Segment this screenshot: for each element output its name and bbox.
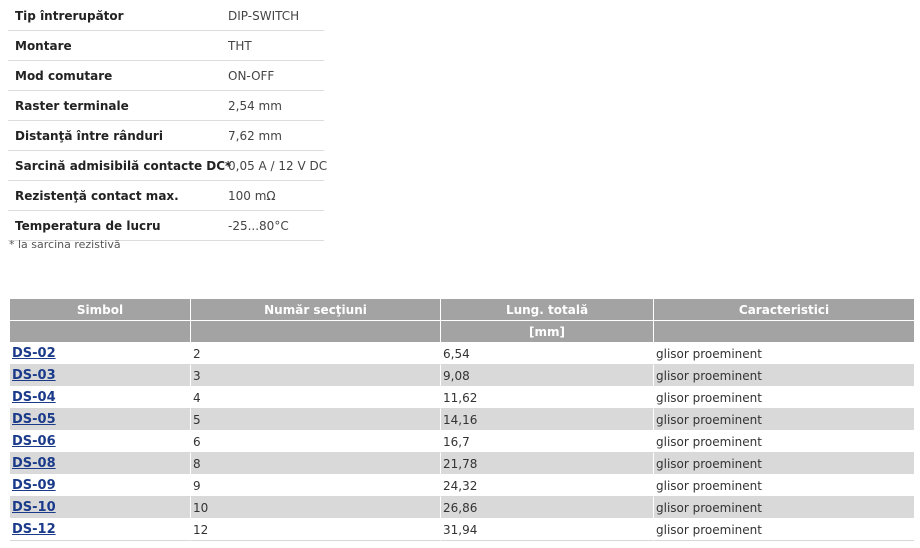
cell-length: 9,08: [441, 365, 654, 387]
cell-length: 24,32: [441, 475, 654, 497]
cell-symbol: DS-06: [10, 431, 191, 453]
spec-value: 7,62 mm: [221, 120, 324, 151]
spec-label: Rezistenţă contact max.: [8, 180, 221, 211]
cell-feature: glisor proeminent: [654, 519, 914, 541]
product-link[interactable]: DS-03: [12, 368, 56, 383]
table-row: DS-03 3 9,08 glisor proeminent: [10, 365, 914, 387]
cell-sections: 4: [191, 387, 441, 409]
spec-row: Montare THT: [8, 30, 324, 61]
spec-value: 100 mΩ: [221, 180, 324, 211]
spec-row: Sarcină admisibilă contacte DC* 0,05 A /…: [8, 150, 327, 181]
cell-feature: glisor proeminent: [654, 365, 914, 387]
table-row: DS-06 6 16,7 glisor proeminent: [10, 431, 914, 453]
product-link[interactable]: DS-02: [12, 346, 56, 361]
cell-length: 31,94: [441, 519, 654, 541]
spec-value: -25...80°C: [221, 210, 324, 241]
spec-label: Mod comutare: [8, 60, 221, 91]
spec-row: Mod comutare ON-OFF: [8, 60, 324, 91]
table-row: DS-05 5 14,16 glisor proeminent: [10, 409, 914, 431]
table-row: DS-08 8 21,78 glisor proeminent: [10, 453, 914, 475]
spec-label: Distanţă între rânduri: [8, 120, 221, 151]
subheader-sections: [191, 321, 441, 343]
subheader-length-unit: [mm]: [441, 321, 654, 343]
table-row: DS-12 12 31,94 glisor proeminent: [10, 519, 914, 541]
cell-sections: 9: [191, 475, 441, 497]
spec-value: 2,54 mm: [221, 90, 324, 121]
spec-value: DIP-SWITCH: [221, 1, 324, 31]
cell-length: 11,62: [441, 387, 654, 409]
column-header-features: Caracteristici: [654, 299, 914, 321]
cell-symbol: DS-09: [10, 475, 191, 497]
cell-feature: glisor proeminent: [654, 497, 914, 519]
cell-symbol: DS-10: [10, 497, 191, 519]
table-subheader-row: [mm]: [10, 321, 914, 343]
table-row: DS-04 4 11,62 glisor proeminent: [10, 387, 914, 409]
cell-sections: 3: [191, 365, 441, 387]
spec-label: Tip întrerupător: [8, 1, 221, 31]
cell-symbol: DS-02: [10, 343, 191, 365]
page: Tip întrerupător DIP-SWITCH Montare THT …: [0, 0, 920, 548]
column-header-sections: Număr secţiuni: [191, 299, 441, 321]
spec-row: Tip întrerupător DIP-SWITCH: [8, 1, 324, 31]
cell-feature: glisor proeminent: [654, 453, 914, 475]
product-link[interactable]: DS-06: [12, 434, 56, 449]
spec-value: THT: [221, 30, 324, 61]
cell-symbol: DS-04: [10, 387, 191, 409]
cell-sections: 5: [191, 409, 441, 431]
cell-sections: 6: [191, 431, 441, 453]
table-header-row: Simbol Număr secţiuni Lung. totală Carac…: [10, 299, 914, 321]
cell-feature: glisor proeminent: [654, 409, 914, 431]
spec-row: Rezistenţă contact max. 100 mΩ: [8, 180, 324, 211]
spec-table: Tip întrerupător DIP-SWITCH Montare THT …: [8, 1, 327, 241]
spec-row: Temperatura de lucru -25...80°C: [8, 210, 324, 241]
cell-feature: glisor proeminent: [654, 431, 914, 453]
footnote: * la sarcina rezistivă: [9, 238, 121, 251]
product-link[interactable]: DS-10: [12, 500, 56, 515]
cell-length: 26,86: [441, 497, 654, 519]
spec-row: Raster terminale 2,54 mm: [8, 90, 324, 121]
spec-label: Temperatura de lucru: [8, 210, 221, 241]
product-link[interactable]: DS-05: [12, 412, 56, 427]
spec-label: Sarcină admisibilă contacte DC*: [8, 150, 231, 181]
cell-sections: 8: [191, 453, 441, 475]
cell-length: 14,16: [441, 409, 654, 431]
spec-value: ON-OFF: [221, 60, 324, 91]
cell-length: 16,7: [441, 431, 654, 453]
spec-label: Raster terminale: [8, 90, 221, 121]
column-header-symbol: Simbol: [10, 299, 191, 321]
table-row: DS-02 2 6,54 glisor proeminent: [10, 343, 914, 365]
cell-feature: glisor proeminent: [654, 475, 914, 497]
cell-symbol: DS-08: [10, 453, 191, 475]
cell-sections: 2: [191, 343, 441, 365]
product-link[interactable]: DS-04: [12, 390, 56, 405]
spec-label: Montare: [8, 30, 221, 61]
cell-feature: glisor proeminent: [654, 387, 914, 409]
subheader-features: [654, 321, 914, 343]
product-table: Simbol Număr secţiuni Lung. totală Carac…: [10, 299, 914, 541]
cell-length: 6,54: [441, 343, 654, 365]
subheader-symbol: [10, 321, 191, 343]
product-link[interactable]: DS-08: [12, 456, 56, 471]
spec-value: 0,05 A / 12 V DC: [221, 150, 327, 181]
product-link[interactable]: DS-12: [12, 522, 56, 537]
cell-symbol: DS-05: [10, 409, 191, 431]
product-link[interactable]: DS-09: [12, 478, 56, 493]
cell-length: 21,78: [441, 453, 654, 475]
table-row: DS-09 9 24,32 glisor proeminent: [10, 475, 914, 497]
cell-sections: 12: [191, 519, 441, 541]
spec-row: Distanţă între rânduri 7,62 mm: [8, 120, 324, 151]
column-header-length: Lung. totală: [441, 299, 654, 321]
cell-feature: glisor proeminent: [654, 343, 914, 365]
cell-symbol: DS-03: [10, 365, 191, 387]
cell-sections: 10: [191, 497, 441, 519]
table-row: DS-10 10 26,86 glisor proeminent: [10, 497, 914, 519]
cell-symbol: DS-12: [10, 519, 191, 541]
